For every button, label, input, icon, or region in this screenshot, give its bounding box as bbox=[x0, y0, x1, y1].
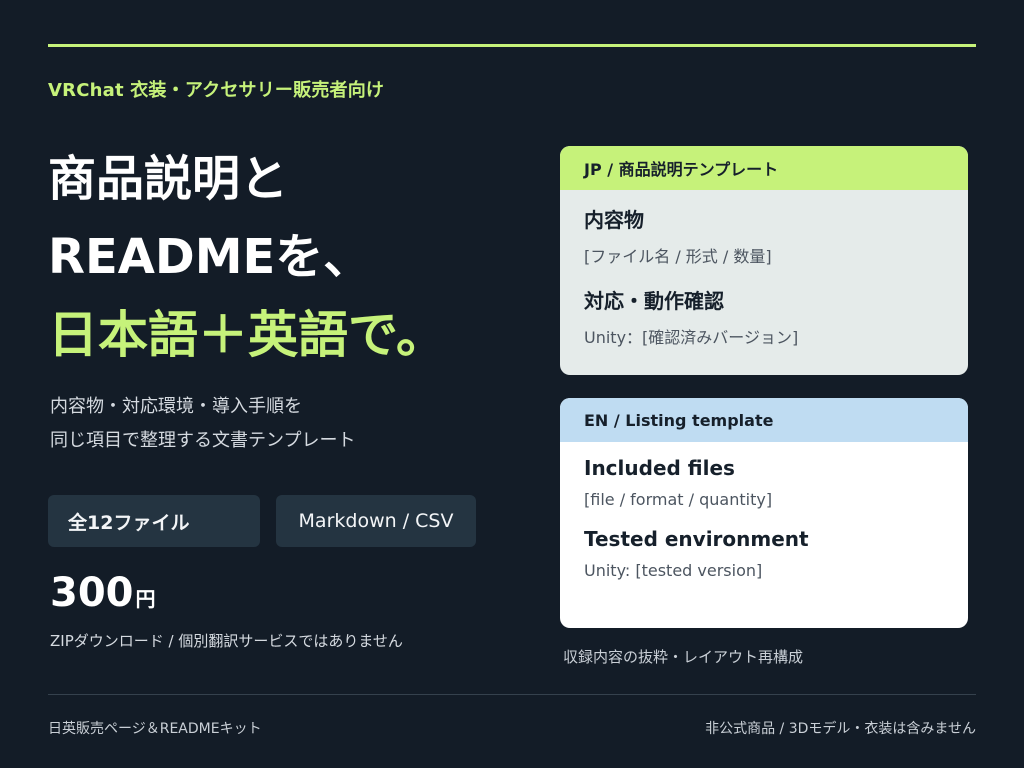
price: 300 円 bbox=[50, 570, 156, 616]
bottom-divider bbox=[48, 694, 976, 695]
subcopy-line-1: 内容物・対応環境・導入手順を bbox=[50, 396, 302, 417]
en-card-body: Included files [file / format / quantity… bbox=[560, 442, 968, 580]
file-count-badge: 全12ファイル bbox=[48, 495, 260, 547]
jp-card-header: JP / 商品説明テンプレート bbox=[560, 146, 968, 190]
headline-line-2: READMEを、 bbox=[48, 229, 372, 285]
jp-card-body: 内容物 [ファイル名 / 形式 / 数量] 対応・動作確認 Unity：[確認済… bbox=[560, 190, 968, 348]
price-amount: 300 bbox=[50, 570, 134, 616]
headline: 商品説明と READMEを、 日本語＋英語で。 bbox=[48, 140, 528, 374]
en-field-files-value: [file / format / quantity] bbox=[584, 490, 773, 509]
en-card-header: EN / Listing template bbox=[560, 398, 968, 442]
footer-product-name: 日英販売ページ＆READMEキット bbox=[48, 721, 262, 737]
subcopy-line-2: 同じ項目で整理する文書テンプレート bbox=[50, 430, 356, 451]
jp-field-environment-title: 対応・動作確認 bbox=[584, 289, 724, 313]
jp-field-contents-value: [ファイル名 / 形式 / 数量] bbox=[584, 247, 772, 266]
price-unit: 円 bbox=[135, 587, 156, 611]
jp-field-contents-title: 内容物 bbox=[584, 208, 644, 232]
eyebrow-label: VRChat 衣装・アクセサリー販売者向け bbox=[48, 80, 385, 101]
price-note: ZIPダウンロード / 個別翻訳サービスではありません bbox=[50, 632, 403, 650]
en-field-environment-value: Unity: [tested version] bbox=[584, 561, 763, 580]
top-accent-rule bbox=[48, 44, 976, 47]
en-field-environment-title: Tested environment bbox=[584, 527, 809, 551]
jp-template-card: JP / 商品説明テンプレート 内容物 [ファイル名 / 形式 / 数量] 対応… bbox=[560, 146, 968, 375]
footer-disclaimer: 非公式商品 / 3Dモデル・衣装は含みません bbox=[705, 721, 976, 737]
card-caption: 収録内容の抜粋・レイアウト再構成 bbox=[563, 648, 804, 666]
en-template-card: EN / Listing template Included files [fi… bbox=[560, 398, 968, 628]
jp-field-environment-value: Unity：[確認済みバージョン] bbox=[584, 328, 799, 347]
headline-line-1: 商品説明と bbox=[48, 151, 289, 207]
subcopy: 内容物・対応環境・導入手順を 同じ項目で整理する文書テンプレート bbox=[50, 390, 355, 458]
format-badge: Markdown / CSV bbox=[276, 495, 476, 547]
headline-line-3: 日本語＋英語で。 bbox=[48, 306, 446, 364]
en-field-files-title: Included files bbox=[584, 456, 735, 480]
